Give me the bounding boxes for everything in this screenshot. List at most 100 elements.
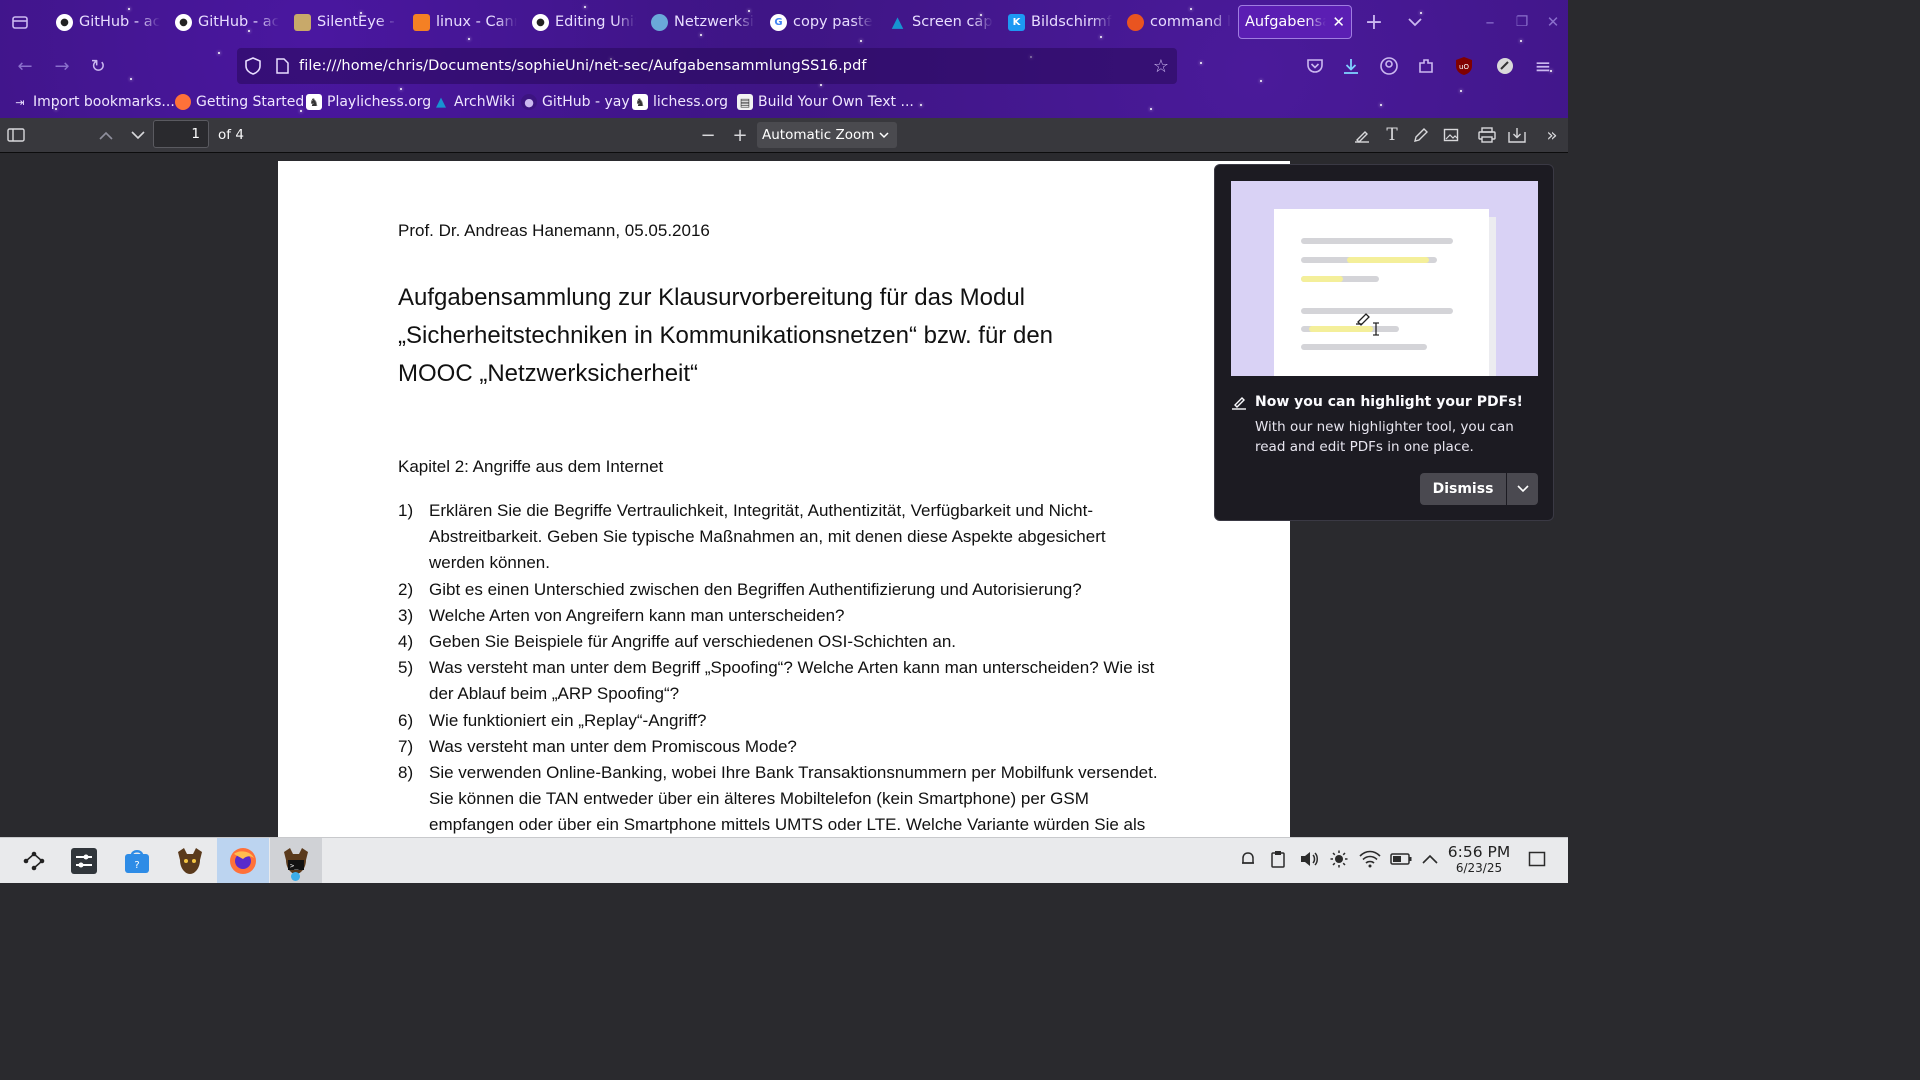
question-number: 1): [398, 501, 414, 520]
bookmark-import[interactable]: ⇥ Import bookmarks...: [12, 92, 175, 112]
battery-icon[interactable]: [1390, 848, 1412, 870]
google-icon: G: [770, 13, 787, 31]
tools-menu-icon[interactable]: »: [1542, 118, 1562, 152]
notifications-icon[interactable]: [1237, 848, 1259, 870]
page-info-icon[interactable]: [273, 56, 291, 76]
tab-stackoverflow[interactable]: linux - Cann: [413, 6, 517, 38]
tab-copy-paste[interactable]: G copy paste: [770, 6, 874, 38]
extension-icon[interactable]: [1494, 55, 1516, 77]
page-icon: ▤: [737, 94, 753, 110]
page-count: of 4: [218, 127, 244, 143]
terminal-app-icon[interactable]: [172, 838, 208, 883]
question-line: Gibt es einen Unterschied zwischen den B…: [429, 579, 1082, 599]
bookmark-build-your-own-text[interactable]: ▤ Build Your Own Text ...: [737, 92, 914, 112]
bookmark-playlichess[interactable]: ♞ Playlichess.org: [306, 92, 431, 112]
next-page-icon[interactable]: [128, 118, 148, 152]
reload-icon[interactable]: ↻: [87, 55, 109, 77]
zoom-in-icon[interactable]: +: [730, 118, 750, 152]
forward-icon[interactable]: →: [51, 55, 73, 77]
text-tool-icon[interactable]: T: [1382, 118, 1402, 152]
tab-editing-unis[interactable]: ● Editing UniS: [532, 6, 636, 38]
tab-github-2[interactable]: ● GitHub - acl: [175, 6, 279, 38]
chevron-up-icon[interactable]: [1419, 848, 1441, 870]
zoom-out-icon[interactable]: −: [698, 118, 718, 152]
back-icon[interactable]: ←: [14, 55, 36, 77]
bookmark-github-yay[interactable]: ● GitHub - yay: [521, 92, 630, 112]
clock-time: 6:56 PM: [1447, 843, 1511, 861]
previous-page-icon[interactable]: [96, 118, 116, 152]
volume-icon[interactable]: [1298, 848, 1320, 870]
tab-label: SilentEye - S: [317, 14, 398, 30]
image-tool-icon[interactable]: [1441, 118, 1461, 152]
new-tab-icon[interactable]: +: [1362, 10, 1386, 35]
wifi-icon[interactable]: [1359, 848, 1381, 870]
terminal-active-taskbar-icon[interactable]: >_: [270, 838, 322, 883]
dismiss-button[interactable]: Dismiss: [1420, 473, 1506, 505]
popup-body: With our new highlighter tool, you can r…: [1255, 419, 1514, 455]
bookmark-label: Playlichess.org: [327, 94, 432, 110]
question-item: 8) Sie verwenden Online-Banking, wobei I…: [398, 760, 1198, 839]
pocket-icon[interactable]: [1304, 55, 1326, 77]
tab-list-icon[interactable]: [8, 10, 32, 34]
tab-bar: ● GitHub - acl ● GitHub - acl SilentEye …: [0, 0, 1568, 44]
save-icon[interactable]: [1507, 118, 1527, 152]
bookmark-lichess[interactable]: ♞ lichess.org: [632, 92, 728, 112]
question-item: 7) Was versteht man unter dem Promiscous…: [398, 734, 1198, 760]
downloads-icon[interactable]: [1340, 55, 1362, 77]
question-number: 5): [398, 658, 414, 678]
highlight-icon[interactable]: [1352, 118, 1372, 152]
clipboard-icon[interactable]: [1267, 848, 1289, 870]
question-line: Erklären Sie die Begriffe Vertraulichkei…: [429, 501, 1093, 520]
discover-store-icon[interactable]: ?: [120, 838, 154, 883]
question-number: 6): [398, 710, 414, 730]
show-desktop-icon[interactable]: [1526, 848, 1548, 870]
list-all-tabs-icon[interactable]: [1403, 10, 1427, 34]
archwiki-icon: ▲: [891, 13, 904, 31]
account-icon[interactable]: [1378, 55, 1400, 77]
system-settings-icon[interactable]: [68, 838, 100, 883]
tab-label: Editing UniS: [555, 14, 636, 30]
title-line: Aufgabensammlung zur Klausurvorbereitung…: [398, 284, 1026, 311]
restore-window-icon[interactable]: ❐: [1512, 12, 1532, 32]
url-text: file:///home/chris/Documents/sophieUni/n…: [299, 58, 867, 74]
page-number-input[interactable]: 1: [153, 120, 209, 148]
active-indicator: [291, 872, 300, 881]
close-tab-icon[interactable]: ✕: [1332, 13, 1345, 31]
bookmark-label: Import bookmarks...: [33, 94, 175, 110]
tab-aufgabensammlung[interactable]: Aufgabensar ✕: [1238, 5, 1352, 39]
print-icon[interactable]: [1477, 118, 1497, 152]
popup-options-dropdown[interactable]: [1507, 473, 1538, 505]
bookmark-star-icon[interactable]: ☆: [1151, 56, 1171, 77]
tracking-protection-icon[interactable]: [243, 56, 263, 76]
tab-netzwerksicherheit[interactable]: Netzwerksic: [651, 6, 755, 38]
firefox-taskbar-icon[interactable]: [217, 838, 269, 883]
tab-github-1[interactable]: ● GitHub - acl: [56, 6, 160, 38]
extensions-icon[interactable]: [1415, 55, 1437, 77]
clock[interactable]: 6:56 PM 6/23/25: [1446, 843, 1512, 876]
tab-label: GitHub - acl: [79, 14, 160, 30]
bookmark-getting-started[interactable]: Getting Started: [175, 92, 304, 112]
close-window-icon[interactable]: ✕: [1543, 12, 1563, 32]
lichess-icon: ♞: [632, 94, 648, 110]
draw-icon[interactable]: [1411, 118, 1431, 152]
sidebar-toggle-icon[interactable]: [4, 118, 28, 152]
app-launcher-icon[interactable]: [16, 838, 52, 883]
bookmark-archwiki[interactable]: ▲ ArchWiki: [433, 92, 515, 112]
tab-command-line[interactable]: command li: [1127, 6, 1231, 38]
question-number: 2): [398, 579, 414, 599]
highlighter-icon: [1231, 394, 1247, 414]
question-number: 4): [398, 632, 414, 652]
globe-icon: [651, 13, 668, 31]
question-item: 6) Wie funktioniert ein „Replay“-Angriff…: [398, 708, 1198, 734]
zoom-select[interactable]: Automatic Zoom: [757, 122, 897, 148]
address-bar[interactable]: file:///home/chris/Documents/sophieUni/n…: [237, 48, 1177, 84]
ublock-origin-icon[interactable]: uO: [1453, 55, 1475, 77]
tab-screen-capture[interactable]: ▲ Screen capt: [889, 6, 993, 38]
question-number: 8): [398, 763, 414, 783]
tab-silenteye[interactable]: SilentEye - S: [294, 6, 398, 38]
minimize-window-icon[interactable]: –: [1480, 12, 1500, 33]
tab-bildschirmfoto[interactable]: K Bildschirmf: [1008, 6, 1112, 38]
app-menu-icon[interactable]: ≡: [1532, 54, 1554, 78]
brightness-icon[interactable]: [1328, 848, 1350, 870]
question-line: Sie verwenden Online-Banking, wobei Ihre…: [429, 763, 1158, 783]
